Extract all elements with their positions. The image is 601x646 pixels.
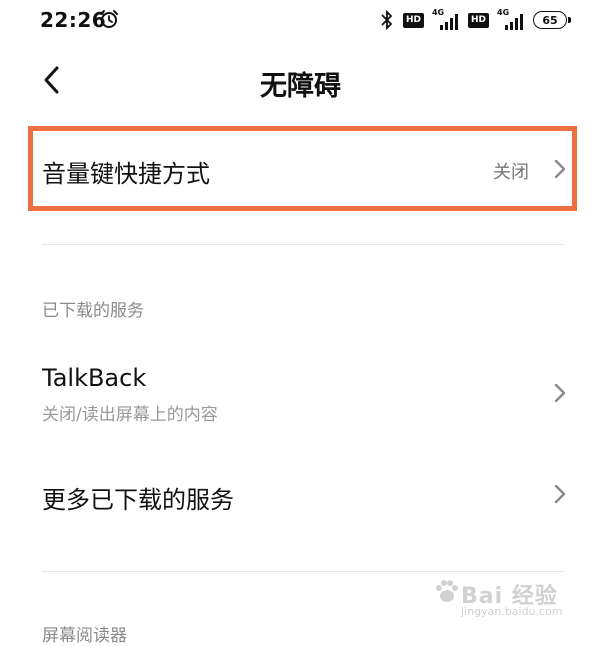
status-indicators: HD 4G HD 4G 65	[379, 8, 571, 31]
signal-group-2: 4G	[497, 8, 525, 30]
talkback-subtitle: 关闭/读出屏幕上的内容	[42, 405, 218, 425]
more-downloaded-services-label: 更多已下载的服务	[42, 486, 234, 514]
paw-logo-icon	[436, 580, 458, 602]
more-downloaded-services-item[interactable]: 更多已下载的服务	[0, 462, 601, 526]
talkback-item[interactable]: TalkBack 关闭/读出屏幕上的内容	[0, 352, 601, 434]
section-header-screen-reader: 屏幕阅读器	[42, 626, 127, 646]
alarm-clock-icon	[100, 10, 118, 28]
divider	[42, 571, 564, 572]
bluetooth-icon	[381, 10, 393, 30]
status-bar: 22:26 HD 4G HD 4G 65	[0, 0, 601, 40]
page-title: 无障碍	[260, 71, 341, 102]
watermark-url: jingyan.baidu.com	[461, 605, 563, 618]
divider	[42, 244, 564, 245]
battery-level: 65	[542, 13, 558, 27]
cell-signal-icon	[439, 14, 458, 30]
talkback-title: TalkBack	[42, 364, 147, 392]
highlight-annotation-box	[28, 126, 577, 211]
hd-badge-1: HD	[402, 12, 424, 28]
chevron-right-icon	[554, 383, 566, 403]
hd-badge-2: HD	[467, 12, 489, 28]
baidu-jingyan-watermark: Bai 经验 jingyan.baidu.com	[421, 575, 571, 625]
status-time: 22:26	[40, 8, 107, 32]
signal-group-1: 4G	[432, 8, 460, 30]
chevron-right-icon	[554, 484, 566, 504]
top-app-bar: 无障碍	[0, 55, 601, 105]
battery-icon: 65	[533, 11, 571, 29]
section-header-downloaded: 已下载的服务	[42, 301, 144, 321]
cell-signal-icon	[505, 14, 523, 30]
